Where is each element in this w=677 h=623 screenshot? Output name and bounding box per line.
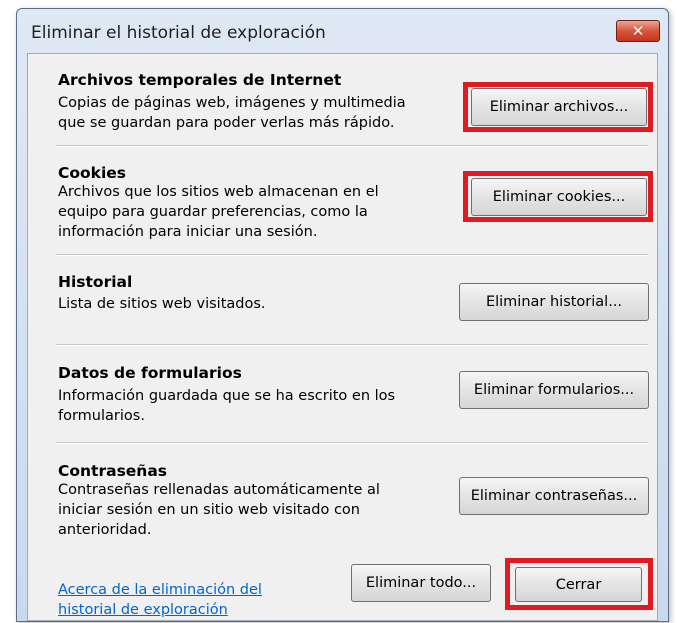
desc-line: Contraseñas rellenadas automáticamente a… <box>58 482 380 498</box>
section-description: Información guardada que se ha escrito e… <box>58 386 448 426</box>
highlight-box <box>463 82 653 132</box>
section-description: Archivos que los sitios web almacenan en… <box>58 182 448 242</box>
divider <box>56 145 648 147</box>
delete-passwords-button[interactable]: Eliminar contraseñas... <box>459 477 649 515</box>
section-description: Lista de sitios web visitados. <box>58 294 448 314</box>
delete-all-button[interactable]: Eliminar todo... <box>351 564 491 602</box>
desc-line: anterioridad. <box>58 522 152 538</box>
highlight-box <box>463 171 653 222</box>
highlight-box <box>505 558 653 610</box>
divider <box>56 254 648 256</box>
desc-line: que se guardan para poder verlas más ráp… <box>58 115 395 131</box>
divider <box>56 442 648 444</box>
dialog-title: Eliminar el historial de exploración <box>31 23 326 43</box>
desc-line: Información guardada que se ha escrito e… <box>58 388 396 404</box>
desc-line: Archivos que los sitios web almacenan en… <box>58 184 379 200</box>
title-bar[interactable]: Eliminar el historial de exploración ✕ <box>17 9 668 53</box>
link-line[interactable]: historial de exploración <box>58 600 262 620</box>
divider <box>56 344 648 346</box>
desc-line: Lista de sitios web visitados. <box>58 296 266 312</box>
desc-line: Copias de páginas web, imágenes y multim… <box>58 95 406 111</box>
link-line[interactable]: Acerca de la eliminación del <box>58 580 262 600</box>
desc-line: iniciar sesión en un sitio web visitado … <box>58 502 360 518</box>
delete-history-button[interactable]: Eliminar historial... <box>459 283 649 321</box>
section-description: Copias de páginas web, imágenes y multim… <box>58 93 448 133</box>
delete-forms-button[interactable]: Eliminar formularios... <box>459 371 649 409</box>
section-description: Contraseñas rellenadas automáticamente a… <box>58 480 448 540</box>
delete-history-dialog: Eliminar el historial de exploración ✕ A… <box>16 8 669 622</box>
desc-line: formularios. <box>58 408 145 424</box>
about-deletion-link[interactable]: Acerca de la eliminación del historial d… <box>58 580 262 620</box>
desc-line: equipo para guardar preferencias, como l… <box>58 204 368 220</box>
dialog-content: Archivos temporales de Internet Copias d… <box>27 53 658 621</box>
desc-line: información para iniciar una sesión. <box>58 224 318 240</box>
close-icon[interactable]: ✕ <box>616 20 660 42</box>
